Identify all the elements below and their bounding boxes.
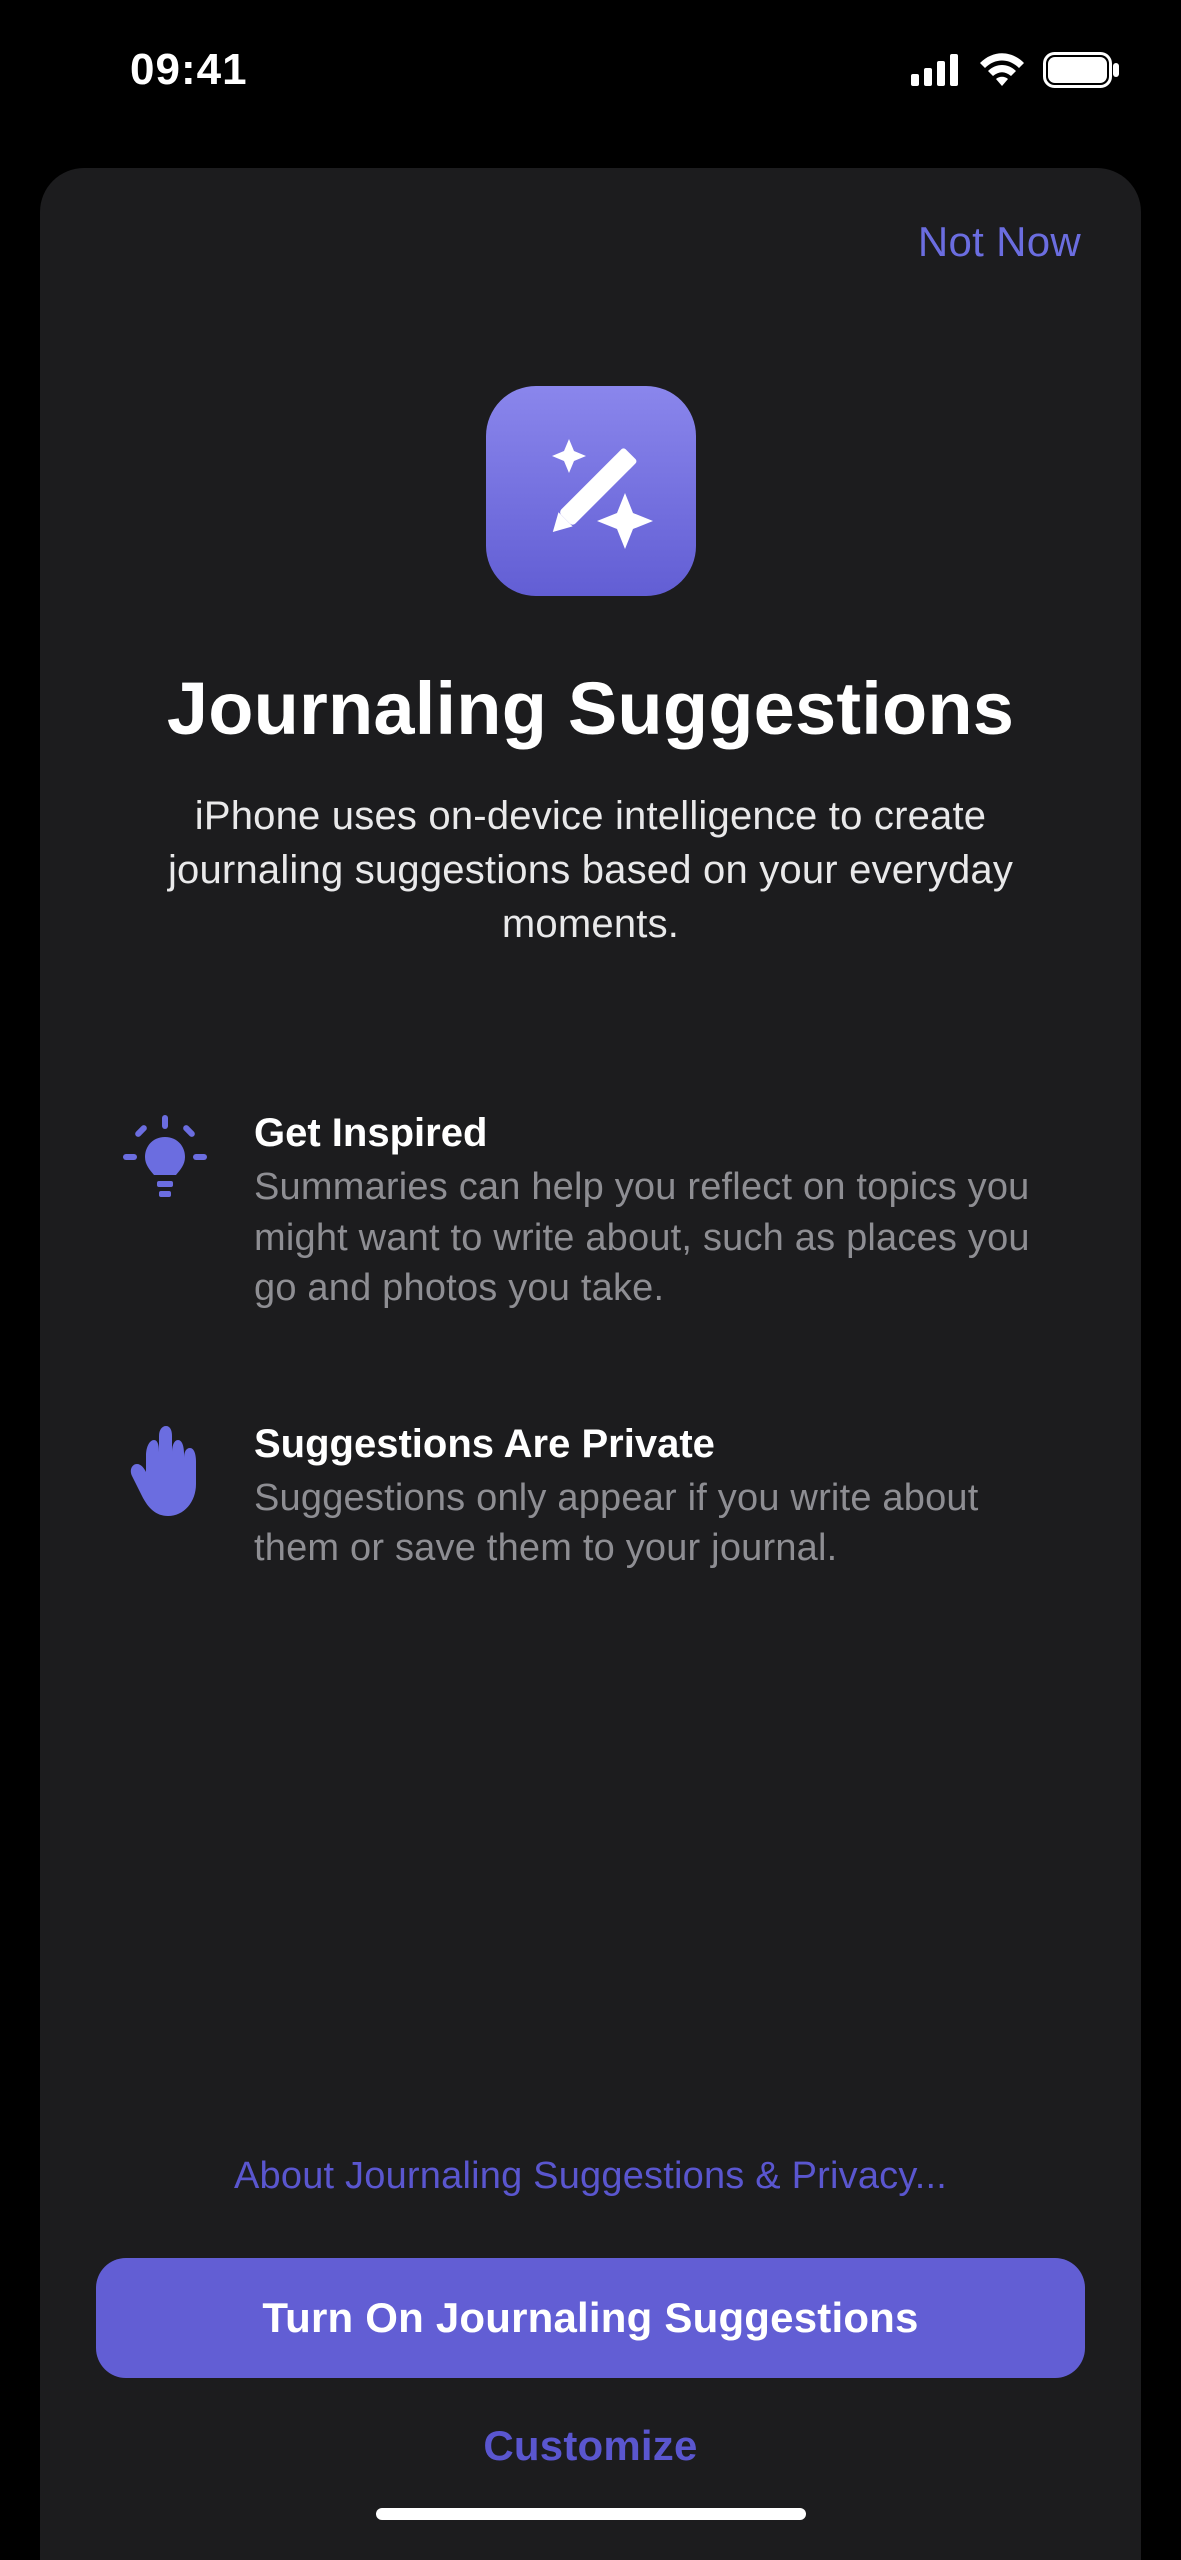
suggestions-app-icon (486, 386, 696, 596)
turn-on-button[interactable]: Turn On Journaling Suggestions (96, 2258, 1085, 2378)
wand-sparkles-icon (521, 421, 661, 561)
cellular-icon (911, 54, 961, 86)
privacy-link[interactable]: About Journaling Suggestions & Privacy..… (96, 2137, 1085, 2216)
feature-row: Get Inspired Summaries can help you refl… (122, 1111, 1059, 1314)
not-now-button[interactable]: Not Now (914, 208, 1085, 276)
page-subtitle: iPhone uses on-device intelligence to cr… (156, 789, 1025, 951)
onboarding-sheet: Not Now Journaling Suggestions iPhone us… (40, 168, 1141, 2560)
page-title: Journaling Suggestions (167, 666, 1014, 751)
home-indicator (376, 2508, 806, 2520)
status-icons (911, 52, 1121, 88)
wifi-icon (977, 52, 1027, 88)
feature-row: Suggestions Are Private Suggestions only… (122, 1422, 1059, 1574)
lightbulb-icon (122, 1111, 208, 1207)
status-time: 09:41 (130, 45, 248, 95)
hand-icon (122, 1422, 208, 1516)
customize-button[interactable]: Customize (96, 2378, 1085, 2500)
feature-body: Summaries can help you reflect on topics… (254, 1162, 1059, 1314)
feature-title: Suggestions Are Private (254, 1422, 1059, 1467)
feature-title: Get Inspired (254, 1111, 1059, 1156)
hero: Journaling Suggestions iPhone uses on-de… (96, 386, 1085, 951)
feature-body: Suggestions only appear if you write abo… (254, 1473, 1059, 1574)
footer: About Journaling Suggestions & Privacy..… (96, 2137, 1085, 2520)
status-bar: 09:41 (0, 0, 1181, 140)
feature-list: Get Inspired Summaries can help you refl… (96, 1111, 1085, 1574)
battery-icon (1043, 52, 1121, 88)
